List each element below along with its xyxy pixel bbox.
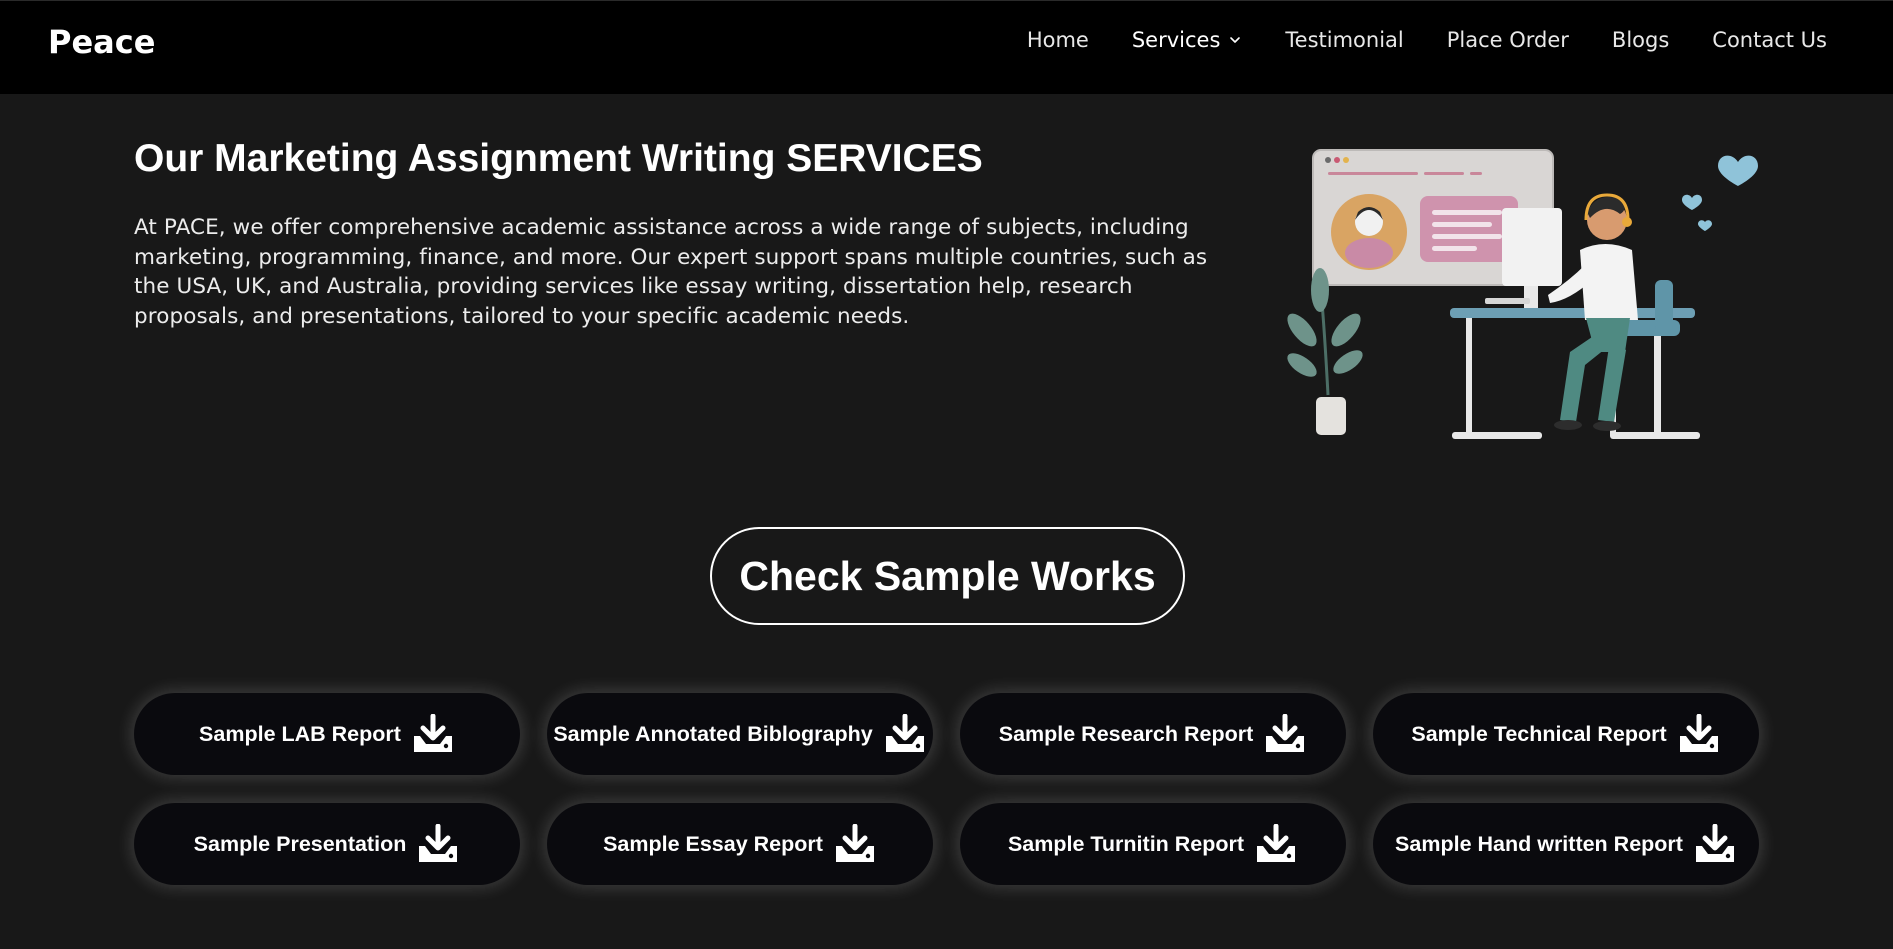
sample-presentation-button[interactable]: Sample Presentation [134, 803, 520, 885]
sample-essay-report-button[interactable]: Sample Essay Report [547, 803, 933, 885]
nav-link-home[interactable]: Home [1027, 28, 1089, 52]
person-at-desk-illustration [1287, 149, 1758, 439]
nav-link-testimonial[interactable]: Testimonial [1285, 28, 1403, 52]
sample-button-label: Sample Presentation [193, 831, 407, 856]
nav-link-contact-us[interactable]: Contact Us [1712, 28, 1827, 52]
sample-button-label: Sample Technical Report [1411, 721, 1667, 746]
download-icon [419, 824, 458, 862]
download-icon [1257, 824, 1296, 862]
sample-turnitin-report-button[interactable]: Sample Turnitin Report [960, 803, 1346, 885]
sample-button-label: Sample Research Report [998, 721, 1254, 746]
hero-description: At PACE, we offer comprehensive academic… [134, 215, 1208, 329]
download-icon [1266, 714, 1305, 752]
sample-button-label: Sample Essay Report [603, 831, 823, 856]
brand-logo[interactable]: Peace [48, 23, 155, 61]
sample-technical-report-button[interactable]: Sample Technical Report [1373, 693, 1759, 775]
nav-link-blogs[interactable]: Blogs [1612, 28, 1669, 52]
sample-button-label: Sample Hand written Report [1395, 831, 1683, 856]
sample-button-label: Sample Turnitin Report [1007, 831, 1245, 856]
sample-button-label: Sample LAB Report [199, 721, 401, 746]
sample-annotated-biblography-button[interactable]: Sample Annotated Biblography [547, 693, 933, 775]
download-icon [1679, 714, 1718, 752]
sample-research-report-button[interactable]: Sample Research Report [960, 693, 1346, 775]
nav-links: Home Services Testimonial Place Order Bl… [1027, 28, 1827, 52]
sample-lab-report-button[interactable]: Sample LAB Report [134, 693, 520, 775]
nav-link-place-order[interactable]: Place Order [1447, 28, 1569, 52]
download-icon [1695, 824, 1734, 862]
check-sample-works-button[interactable]: Check Sample Works [710, 527, 1185, 625]
sample-hand-written-report-button[interactable]: Sample Hand written Report [1373, 803, 1759, 885]
sample-downloads-grid: Sample LAB Report Sample Annotated Biblo… [134, 693, 1761, 885]
sample-button-label: Sample Annotated Biblography [553, 721, 873, 746]
download-icon [885, 714, 924, 752]
nav-link-services-label: Services [1131, 28, 1221, 52]
navbar: Peace Home Services Testimonial Place Or… [0, 0, 1893, 94]
chevron-down-icon [1230, 37, 1241, 43]
nav-link-services[interactable]: Services [1132, 28, 1243, 52]
download-icon [835, 824, 874, 862]
hero-title: Our Marketing Assignment Writing SERVICE… [134, 137, 983, 180]
download-icon [413, 714, 452, 752]
